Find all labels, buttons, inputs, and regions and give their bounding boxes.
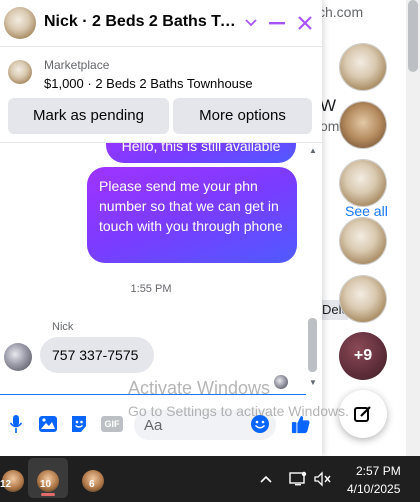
page-scrollbar-thumb[interactable] [408,0,418,72]
chevron-up-icon[interactable] [257,470,275,488]
activation-watermark-subtitle: Go to Settings to activate Windows. [128,403,349,419]
minimize-icon[interactable] [266,12,288,34]
listing-category: Marketplace [44,58,110,72]
taskbar-app[interactable]: 12 [0,458,26,498]
seen-indicator-avatar [274,375,288,389]
app-badge: 12 [0,479,12,490]
mark-as-pending-button[interactable]: Mark as pending [8,98,169,134]
contact-avatar[interactable] [4,7,36,39]
listing-thumbnail [8,60,32,84]
outgoing-message: Please send me your phn number so that w… [87,167,297,263]
active-indicator [41,493,55,496]
app-badge: 6 [89,479,95,490]
contact-avatar[interactable] [339,217,387,265]
marketplace-listing[interactable]: Marketplace $1,000 · 2 Beds 2 Baths Town… [0,46,322,96]
outgoing-message: Hello, this is still available [106,143,296,163]
clock-time[interactable]: 2:57 PM [356,464,401,478]
chevron-down-icon[interactable] [240,12,262,34]
message-timestamp: 1:55 PM [130,283,172,295]
more-options-button[interactable]: More options [173,98,312,134]
chat-header: Nick · 2 Beds 2 Baths Towns… [0,0,322,47]
display-icon[interactable] [289,470,307,488]
microphone-icon[interactable] [6,414,26,434]
taskbar: 12 10 6 2:57 PM 4/10/2025 [0,456,420,502]
contact-avatar[interactable] [339,275,387,323]
sender-name: Nick [52,321,74,333]
contact-avatar[interactable] [339,43,387,91]
more-chats-button[interactable]: +9 [339,332,387,380]
clock-date[interactable]: 4/10/2025 [347,482,400,496]
volume-muted-icon[interactable] [314,470,332,488]
listing-name: $1,000 · 2 Beds 2 Baths Townhouse [44,76,253,91]
taskbar-app[interactable]: 6 [73,458,113,498]
chat-scrollbar-thumb[interactable] [308,318,317,372]
activation-watermark-title: Activate Windows [128,378,271,398]
message-thread: Hello, this is still available Please se… [0,142,322,395]
incoming-message: 757 337-7575 [40,337,154,373]
gif-button[interactable]: GIF [101,416,123,432]
contact-avatar[interactable] [339,159,387,207]
background-url-fragment: ch.com [318,4,364,20]
scroll-up-arrow-icon[interactable]: ▲ [309,146,317,155]
chat-title[interactable]: Nick · 2 Beds 2 Baths Towns… [44,13,240,31]
contact-avatar[interactable] [339,101,387,149]
scroll-down-arrow-icon[interactable]: ▼ [309,378,317,387]
sender-avatar[interactable] [4,343,32,371]
background-text-fragment-om: om [320,118,340,134]
chat-scrollbar[interactable]: ▲ ▼ [306,142,320,392]
taskbar-app-active[interactable]: 10 [28,458,68,498]
app-badge: 10 [40,479,52,490]
close-icon[interactable] [294,12,316,34]
compose-icon [354,406,371,422]
photo-icon[interactable] [38,414,58,434]
sticker-icon[interactable] [69,414,89,434]
background-text-fragment: W [320,96,337,115]
